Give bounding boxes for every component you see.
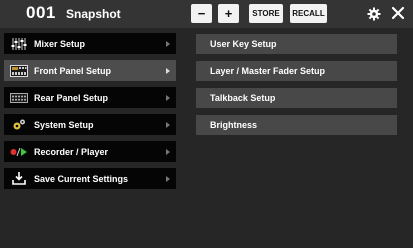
submenu-item-user-key-setup[interactable]: User Key Setup	[196, 34, 397, 54]
chevron-right-icon	[166, 67, 170, 74]
store-button[interactable]: STORE	[249, 4, 283, 23]
front-panel-icon	[10, 64, 28, 77]
menu-item-label: Mixer Setup	[34, 38, 86, 49]
submenu-item-talkback-setup[interactable]: Talkback Setup	[196, 88, 397, 108]
menu-item-front-panel-setup[interactable]: Front Panel Setup	[4, 60, 176, 81]
chevron-right-icon	[166, 148, 170, 155]
menu-item-label: System Setup	[34, 119, 94, 130]
gear-icon[interactable]	[367, 7, 381, 21]
chevron-right-icon	[166, 175, 170, 182]
menu-item-recorder-player[interactable]: Recorder / Player	[4, 141, 176, 162]
menu-item-mixer-setup[interactable]: Mixer Setup	[4, 33, 176, 54]
menu-item-label: Recorder / Player	[34, 146, 109, 157]
menu-item-label: Rear Panel Setup	[34, 92, 109, 103]
menu-item-save-current-settings[interactable]: Save Current Settings	[4, 168, 176, 189]
menu-item-label: Front Panel Setup	[34, 65, 112, 76]
rear-panel-icon	[10, 92, 28, 104]
snapshot-number: 001	[26, 3, 56, 22]
chevron-right-icon	[166, 40, 170, 47]
record-play-icon	[10, 146, 28, 158]
close-icon[interactable]	[391, 6, 405, 20]
page-title: Snapshot	[66, 7, 121, 21]
menu-item-label: Save Current Settings	[34, 173, 129, 184]
recall-button[interactable]: RECALL	[290, 4, 327, 23]
gears-icon	[10, 119, 28, 131]
plus-button[interactable]: +	[218, 4, 239, 23]
chevron-right-icon	[166, 121, 170, 128]
snapshot-screen: 001 Snapshot − + STORE RECALL Mixer Setu…	[0, 0, 413, 248]
menu-item-system-setup[interactable]: System Setup	[4, 114, 176, 135]
save-download-icon	[10, 172, 28, 185]
submenu-item-brightness[interactable]: Brightness	[196, 115, 397, 135]
mixer-faders-icon	[10, 37, 28, 50]
submenu-item-layer-master-fader-setup[interactable]: Layer / Master Fader Setup	[196, 61, 397, 81]
header-bar: 001 Snapshot − + STORE RECALL	[0, 0, 413, 28]
menu-item-rear-panel-setup[interactable]: Rear Panel Setup	[4, 87, 176, 108]
chevron-right-icon	[166, 94, 170, 101]
minus-button[interactable]: −	[191, 4, 212, 23]
